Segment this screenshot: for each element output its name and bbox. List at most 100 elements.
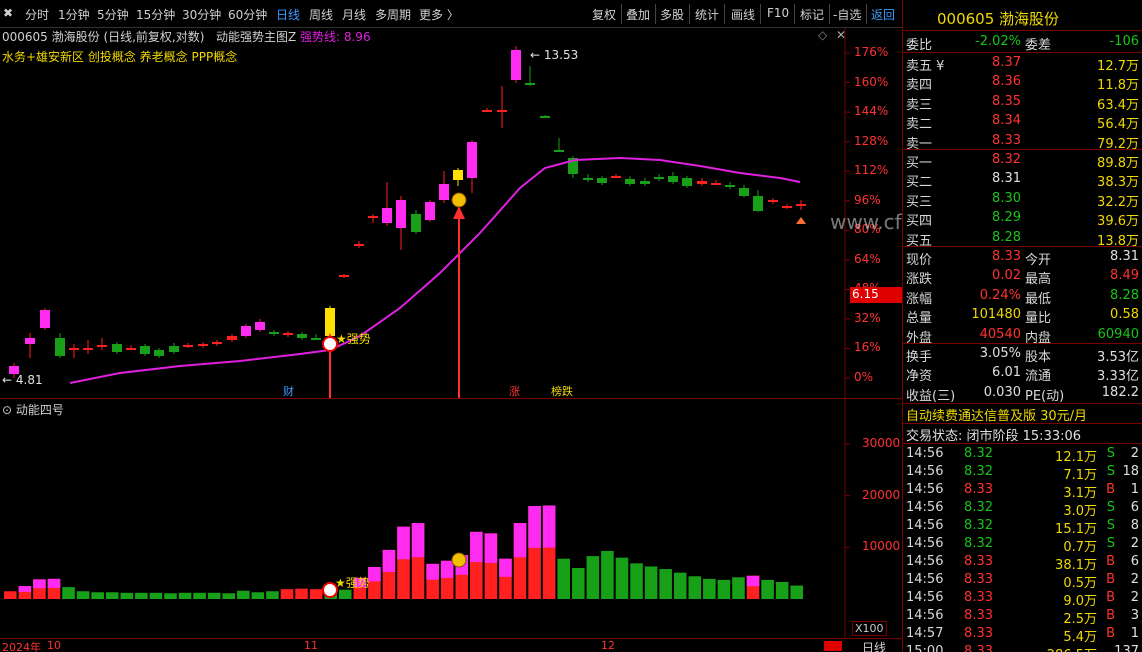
stock-name: 渤海股份 bbox=[999, 10, 1060, 28]
stat-label: 总量 bbox=[906, 311, 933, 327]
divider bbox=[903, 423, 1142, 424]
momentum-bar bbox=[120, 592, 134, 599]
tick-count: 137 bbox=[1114, 644, 1139, 652]
promo-link[interactable]: 自动续费通达信普及版 30元/月 bbox=[906, 405, 1087, 424]
tick-row[interactable]: 14:56 8.32 3.0万 S 6 bbox=[903, 498, 1142, 519]
momentum-bar bbox=[586, 556, 600, 599]
low-value: 4.81 bbox=[15, 373, 43, 387]
stats-button[interactable]: 统计 bbox=[695, 6, 719, 23]
momentum-bar-top bbox=[382, 549, 396, 573]
tick-row[interactable]: 14:57 8.33 5.4万 B 1 bbox=[903, 624, 1142, 645]
tick-price: 8.32 bbox=[964, 518, 993, 533]
overlay-button[interactable]: 叠加 bbox=[626, 6, 650, 23]
momentum-bar bbox=[615, 557, 629, 599]
tick-row[interactable]: 14:56 8.33 3.1万 B 1 bbox=[903, 480, 1142, 501]
ask-row[interactable]: 卖四 8.36 11.8万 bbox=[903, 72, 1142, 94]
momentum-bar bbox=[775, 581, 789, 599]
f10-button[interactable]: F10 bbox=[767, 6, 789, 20]
tab-1min[interactable]: 1分钟 bbox=[58, 6, 90, 23]
strong-signal-label: ★强势 bbox=[336, 332, 371, 346]
period-label[interactable]: 日线 bbox=[862, 639, 886, 652]
ask-price: 8.33 bbox=[992, 132, 1021, 148]
limit-up-marker[interactable]: 涨 bbox=[509, 383, 520, 399]
close-icon[interactable]: ✖ bbox=[3, 6, 13, 20]
indicator-panel[interactable]: ⊙ 动能四号 30000 20000 10000 ★强势 X100 bbox=[0, 398, 902, 639]
self-select-button[interactable]: -自选 bbox=[833, 6, 861, 23]
tick-row[interactable]: 14:56 8.32 12.1万 S 2 bbox=[903, 444, 1142, 465]
mark-button[interactable]: 标记 bbox=[800, 6, 824, 23]
strong-line bbox=[69, 156, 801, 384]
tick-row[interactable]: 14:56 8.33 2.5万 B 3 bbox=[903, 606, 1142, 627]
momentum-bar-top bbox=[411, 523, 425, 558]
tab-daily[interactable]: 日线 bbox=[276, 6, 300, 23]
indicator-tick-label: 10000 bbox=[862, 539, 901, 554]
ask-label: 卖四 bbox=[906, 78, 933, 94]
draw-line-button[interactable]: 画线 bbox=[731, 6, 755, 23]
tab-30min[interactable]: 30分钟 bbox=[182, 6, 221, 23]
y-tick-label: 32% bbox=[854, 310, 881, 325]
tick-row[interactable]: 14:56 8.33 38.1万 B 6 bbox=[903, 552, 1142, 573]
tick-direction: S bbox=[1106, 500, 1115, 515]
kline-panel[interactable]: 000605 渤海股份 (日线,前复权,对数) 动能强势主图Z 强势线: 8.9… bbox=[0, 28, 980, 399]
momentum-bar-top bbox=[426, 563, 439, 580]
ask-price: 8.34 bbox=[992, 113, 1021, 129]
stock-code: 000605 bbox=[937, 10, 995, 28]
ask-row[interactable]: 卖一 8.33 79.2万 bbox=[903, 131, 1142, 152]
y-tick-label: 144% bbox=[854, 104, 889, 119]
bid-row[interactable]: 买三 8.30 32.2万 bbox=[903, 189, 1142, 210]
tab-60min[interactable]: 60分钟 bbox=[228, 6, 267, 23]
tick-row[interactable]: 14:56 8.32 15.1万 S 8 bbox=[903, 516, 1142, 537]
fuquan-button[interactable]: 复权 bbox=[592, 6, 616, 23]
tick-row[interactable]: 14:56 8.33 9.0万 B 2 bbox=[903, 588, 1142, 609]
stat-label: 换手 bbox=[906, 350, 933, 365]
webi-value: -2.02% bbox=[975, 34, 1021, 49]
momentum-bar bbox=[105, 592, 119, 599]
finance-marker[interactable]: 财 bbox=[283, 383, 294, 399]
strong-signal-text: 强势 bbox=[346, 332, 371, 346]
ask-label: 卖二 bbox=[906, 117, 933, 133]
ranking-marker[interactable]: 榜跌 bbox=[551, 383, 573, 399]
tab-weekly[interactable]: 周线 bbox=[309, 6, 333, 23]
tick-count: 18 bbox=[1122, 464, 1139, 479]
ask-row[interactable]: 卖五 ¥ 8.37 12.7万 bbox=[903, 53, 1142, 74]
tab-15min[interactable]: 15分钟 bbox=[136, 6, 175, 23]
candle-body bbox=[154, 350, 164, 356]
tick-count: 8 bbox=[1130, 518, 1139, 533]
tab-5min[interactable]: 5分钟 bbox=[97, 6, 129, 23]
tick-row[interactable]: 15:00 8.33 286.5万 137 bbox=[903, 642, 1142, 652]
bid-row[interactable]: 买二 8.31 38.3万 bbox=[903, 169, 1142, 190]
multi-stock-button[interactable]: 多股 bbox=[660, 6, 684, 23]
momentum-bar bbox=[673, 572, 687, 599]
back-button[interactable]: 返回 bbox=[871, 6, 895, 23]
momentum-bar bbox=[237, 590, 250, 599]
tick-row[interactable]: 14:56 8.32 0.7万 S 2 bbox=[903, 534, 1142, 555]
ask-row[interactable]: 卖二 8.34 56.4万 bbox=[903, 111, 1142, 133]
momentum-bar-top bbox=[440, 560, 454, 578]
candle-body bbox=[83, 348, 93, 350]
bid-row[interactable]: 买一 8.32 89.8万 bbox=[903, 150, 1142, 171]
divider bbox=[866, 4, 867, 24]
bid-row[interactable]: 买五 8.28 13.8万 bbox=[903, 228, 1142, 249]
bid-volume: 39.6万 bbox=[1097, 214, 1139, 230]
stat-label: 净资 bbox=[906, 369, 933, 385]
tab-multi-period[interactable]: 多周期 bbox=[375, 6, 411, 23]
momentum-bar bbox=[76, 591, 90, 599]
bid-row[interactable]: 买四 8.29 39.6万 bbox=[903, 208, 1142, 230]
tab-more[interactable]: 更多 〉 bbox=[419, 6, 459, 23]
momentum-bar bbox=[571, 568, 585, 599]
tick-price: 8.32 bbox=[964, 536, 993, 551]
ask-row[interactable]: 卖三 8.35 63.4万 bbox=[903, 92, 1142, 113]
tick-row[interactable]: 14:56 8.32 7.1万 S 18 bbox=[903, 462, 1142, 483]
tick-row[interactable]: 14:56 8.33 0.5万 B 2 bbox=[903, 570, 1142, 591]
tab-fenshi[interactable]: 分时 bbox=[25, 6, 49, 23]
candle-body bbox=[597, 178, 607, 183]
tick-direction: B bbox=[1106, 572, 1115, 587]
tick-direction: B bbox=[1106, 608, 1115, 623]
tick-time: 14:56 bbox=[906, 500, 944, 515]
momentum-bar bbox=[717, 579, 731, 599]
scroll-indicator[interactable] bbox=[824, 641, 842, 651]
momentum-bar bbox=[309, 589, 323, 599]
tick-price: 8.33 bbox=[964, 554, 993, 569]
tick-direction: B bbox=[1106, 482, 1115, 497]
tab-monthly[interactable]: 月线 bbox=[342, 6, 366, 23]
